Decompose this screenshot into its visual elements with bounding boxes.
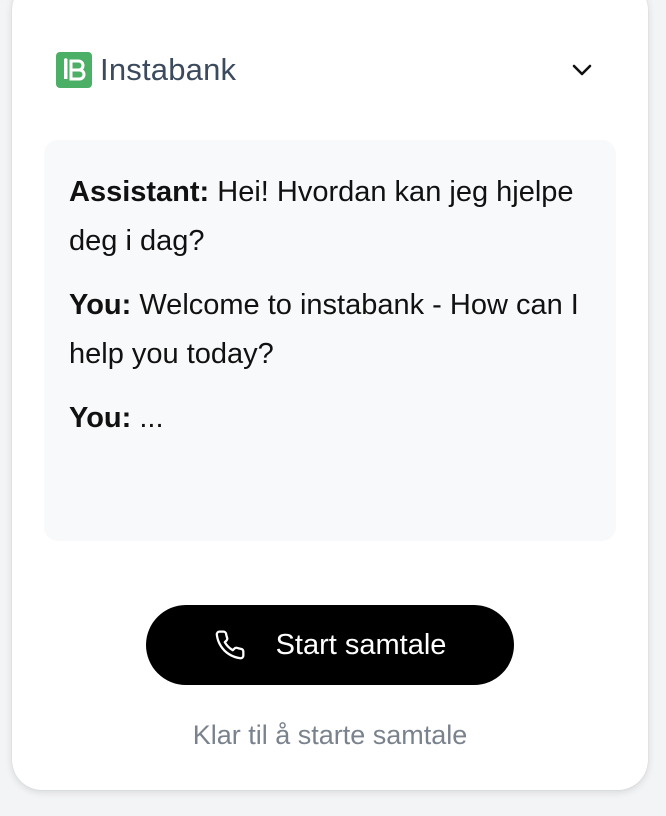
start-call-button[interactable]: Start samtale [146, 605, 514, 685]
chevron-down-icon[interactable] [568, 56, 596, 84]
message-text: Welcome to instabank - How can I help yo… [69, 289, 579, 370]
phone-icon [214, 629, 246, 661]
start-call-label: Start samtale [275, 628, 447, 661]
conversation-transcript: Assistant: Hei! Hvordan kan jeg hjelpe d… [44, 140, 616, 541]
message-assistant: Assistant: Hei! Hvordan kan jeg hjelpe d… [69, 168, 592, 266]
message-user: You: ... [69, 394, 592, 443]
message-text: ... [131, 402, 164, 434]
message-speaker: Assistant: [69, 176, 210, 208]
widget-header: Instabank [56, 50, 604, 90]
message-user: You: Welcome to instabank - How can I he… [69, 281, 592, 379]
chat-widget-card: Instabank Assistant: Hei! Hvordan kan je… [12, 0, 648, 790]
message-speaker: You: [69, 289, 132, 321]
brand-logo: Instabank [56, 52, 236, 88]
instabank-logo-icon [56, 52, 92, 88]
message-speaker: You: [69, 402, 132, 434]
status-text: Klar til å starte samtale [192, 720, 468, 750]
brand-name: Instabank [100, 52, 237, 87]
